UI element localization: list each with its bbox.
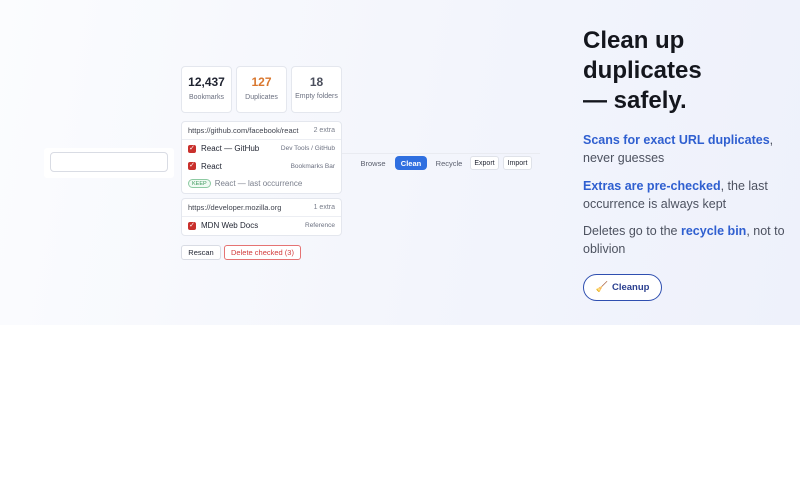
duplicate-row[interactable]: ✓ React — GitHub Dev Tools / GitHub: [182, 140, 341, 158]
stat-duplicates: 127 Duplicates: [236, 66, 287, 113]
bookmark-title: React: [201, 161, 222, 171]
duplicate-group: https://github.com/facebook/react 2 extr…: [181, 121, 342, 194]
bookmark-folder: Reference: [305, 222, 335, 230]
search-container: [44, 148, 174, 178]
checkbox-checked[interactable]: ✓: [188, 144, 196, 153]
delete-checked-button[interactable]: Delete checked (3): [224, 245, 301, 260]
checkbox-checked[interactable]: ✓: [188, 221, 196, 230]
group-extra-count: 1 extra: [313, 204, 335, 211]
feature-highlight: Scans for exact URL duplicates: [583, 133, 770, 147]
group-url: https://github.com/facebook/react: [188, 126, 299, 135]
feature-prechecked: Extras are pre-checked, the last occurre…: [583, 177, 793, 213]
stat-empty-folders: 18 Empty folders: [291, 66, 342, 113]
search-input[interactable]: [50, 152, 168, 172]
cleanup-button[interactable]: 🧹 Cleanup: [583, 274, 662, 301]
keep-badge: KEEP: [188, 179, 211, 189]
tab-clean[interactable]: Clean: [395, 156, 427, 170]
group-url: https://developer.mozilla.org: [188, 203, 282, 212]
duplicate-row[interactable]: ✓ MDN Web Docs Reference: [182, 217, 341, 235]
cleanup-label: Cleanup: [611, 282, 650, 293]
group-header: https://developer.mozilla.org 1 extra: [182, 199, 341, 217]
import-button[interactable]: Import: [503, 156, 532, 170]
duplicate-group: https://developer.mozilla.org 1 extra ✓ …: [181, 198, 342, 236]
stat-value: 12,437: [188, 75, 225, 89]
group-header: https://github.com/facebook/react 2 extr…: [182, 122, 341, 140]
feature-text: Deletes go to the: [583, 224, 681, 238]
tab-recycle[interactable]: Recycle: [431, 156, 467, 170]
checkbox-checked[interactable]: ✓: [188, 162, 196, 171]
keep-row: KEEP React — last occurrence: [182, 175, 341, 193]
bookmark-title: MDN Web Docs: [201, 221, 259, 231]
stat-value: 127: [251, 75, 272, 89]
feature-exact-url: Scans for exact URL duplicates, never gu…: [583, 131, 793, 167]
stat-label: Empty folders: [295, 93, 338, 100]
headline-line: — safely.: [583, 87, 687, 114]
broom-icon: 🧹: [595, 282, 608, 293]
bookmark-folder: Bookmarks Bar: [290, 162, 335, 170]
feature-highlight: recycle bin: [680, 224, 747, 238]
tabbar-divider: [342, 153, 540, 154]
feature-recycle-bin: Deletes go to the recycle bin, not to ob…: [583, 222, 793, 258]
keep-title: React — last occurrence: [214, 179, 303, 189]
stat-value: 18: [309, 75, 324, 89]
page-headline: Clean up duplicates — safely.: [583, 26, 793, 116]
stat-label: Duplicates: [245, 94, 278, 101]
group-extra-count: 2 extra: [313, 127, 335, 134]
stat-label: Bookmarks: [188, 94, 224, 101]
rescan-button[interactable]: Rescan: [181, 245, 221, 260]
headline-line: Clean up: [583, 27, 685, 54]
export-button[interactable]: Export: [470, 156, 499, 170]
tab-browse[interactable]: Browse: [356, 156, 390, 170]
bookmark-title: React — GitHub: [201, 144, 260, 154]
duplicate-row[interactable]: ✓ React Bookmarks Bar: [182, 158, 341, 176]
headline-line: duplicates: [583, 57, 702, 84]
feature-highlight: Extras are pre-checked: [583, 179, 721, 193]
bookmark-folder: Dev Tools / GitHub: [280, 145, 335, 153]
stat-bookmarks: 12,437 Bookmarks: [181, 66, 232, 113]
